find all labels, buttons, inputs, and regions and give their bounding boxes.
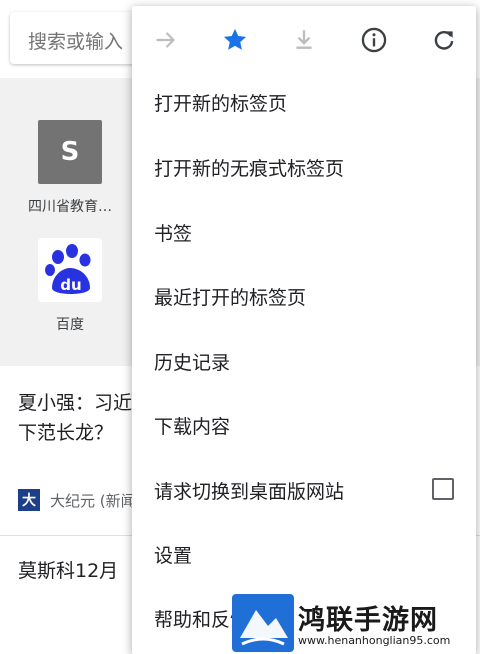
bookmark-star-icon[interactable]: [215, 20, 255, 60]
menu-item-label: 下载内容: [154, 415, 231, 438]
download-icon[interactable]: [284, 20, 324, 60]
menu-item-new-incognito-tab[interactable]: 打开新的无痕式标签页: [132, 135, 476, 199]
site-letter-icon: S: [38, 120, 102, 184]
shortcut-sichuan-education[interactable]: S 四川省教育…: [15, 120, 125, 216]
publisher-name: 大纪元 (新闻: [50, 491, 136, 510]
article-source: 大 大纪元 (新闻: [18, 486, 136, 514]
article-title-line: 下范长龙？: [18, 422, 114, 444]
shortcut-label: 百度: [56, 317, 84, 333]
menu-icon-row: [132, 6, 476, 74]
menu-item-label: 书签: [154, 222, 193, 245]
article-card[interactable]: 夏小强：习近 下范长龙？: [18, 388, 132, 448]
forward-arrow-icon[interactable]: [146, 20, 186, 60]
publisher-logo-icon: 大: [18, 489, 40, 511]
baidu-paw-text: du: [60, 276, 81, 294]
menu-item-label: 最近打开的标签页: [154, 286, 307, 309]
menu-item-settings[interactable]: 设置: [132, 522, 476, 586]
watermark-title: 鸿联手游网: [298, 605, 438, 636]
article-card[interactable]: 莫斯科12月: [18, 556, 118, 583]
watermark: 鸿联手游网 www.henanhonglian95.com: [232, 594, 476, 652]
menu-item-label: 历史记录: [154, 351, 231, 374]
shortcut-label: 四川省教育…: [28, 199, 112, 215]
menu-item-request-desktop-site[interactable]: 请求切换到桌面版网站: [132, 458, 476, 522]
article-title-line: 莫斯科12月: [18, 560, 119, 582]
menu-item-label: 设置: [154, 544, 193, 567]
menu-item-bookmarks[interactable]: 书签: [132, 200, 476, 264]
baidu-paw-icon: du: [38, 238, 102, 302]
menu-item-label: 打开新的标签页: [154, 92, 288, 115]
watermark-url: www.henanhonglian95.com: [298, 634, 451, 647]
desktop-site-checkbox[interactable]: [432, 478, 454, 500]
menu-item-label: 请求切换到桌面版网站: [154, 480, 345, 503]
watermark-logo-icon: [232, 594, 294, 652]
menu-item-label: 打开新的无痕式标签页: [154, 157, 345, 180]
menu-item-new-tab[interactable]: 打开新的标签页: [132, 70, 476, 134]
menu-item-recent-tabs[interactable]: 最近打开的标签页: [132, 264, 476, 328]
menu-item-history[interactable]: 历史记录: [132, 329, 476, 393]
overflow-menu: 打开新的标签页 打开新的无痕式标签页 书签 最近打开的标签页 历史记录 下载内容…: [132, 6, 476, 654]
omnibox-placeholder: 搜索或输入: [28, 31, 124, 53]
menu-item-downloads[interactable]: 下载内容: [132, 393, 476, 457]
article-title-line: 夏小强：习近: [18, 392, 133, 414]
info-icon[interactable]: [354, 20, 394, 60]
shortcut-baidu[interactable]: du 百度: [15, 238, 125, 334]
refresh-icon[interactable]: [424, 20, 464, 60]
